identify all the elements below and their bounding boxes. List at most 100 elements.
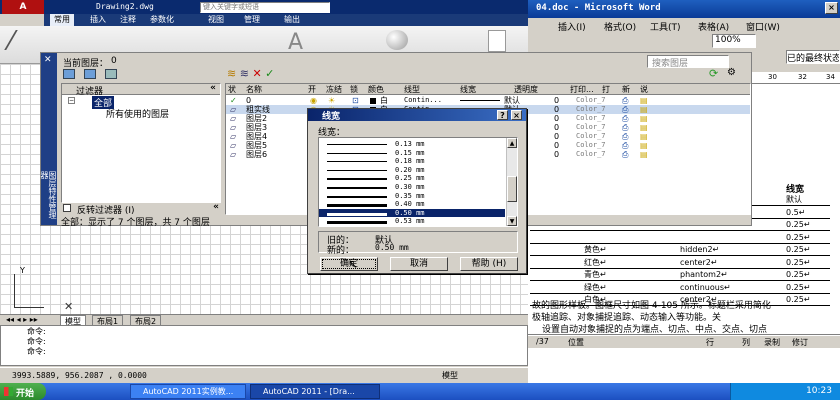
status-model-button[interactable]: 模型 [442, 370, 458, 381]
column-header[interactable]: 打 [602, 84, 610, 95]
tree-expand-icon[interactable]: − [68, 97, 75, 104]
word-menu-window[interactable]: 窗口(W) [746, 20, 780, 33]
new-viewport-freeze-icon[interactable]: ▤ [640, 123, 648, 132]
settings-icon[interactable]: ⚙ [727, 67, 736, 78]
printer-icon[interactable]: ⎙ [622, 132, 628, 141]
palette-close-icon[interactable]: ✕ [44, 55, 52, 65]
word-menu-insert[interactable]: 插入(I) [558, 20, 586, 33]
column-header[interactable]: 颜色 [368, 84, 384, 95]
ribbon-tab[interactable]: 参数化 [146, 14, 178, 26]
printer-icon[interactable]: ⎙ [622, 141, 628, 150]
layer-transparency[interactable]: 0 [554, 132, 559, 141]
layer-transparency[interactable]: 0 [554, 96, 559, 105]
new-group-filter-icon[interactable] [83, 69, 96, 79]
lineweight-item[interactable]: 0.40 mm [319, 200, 505, 209]
word-title-bar[interactable]: 04.doc - Microsoft Word × [520, 0, 840, 18]
ribbon-tab[interactable]: 输出 [280, 14, 304, 26]
printer-icon[interactable]: ⎙ [622, 123, 628, 132]
new-viewport-freeze-icon[interactable]: ▤ [640, 132, 648, 141]
column-header[interactable]: 线型 [404, 84, 420, 95]
bulb-on-icon[interactable]: ◉ [310, 96, 317, 105]
invert-filter-row[interactable]: 反转过滤器 (I) « [61, 202, 223, 216]
start-button[interactable]: 开始 [0, 383, 46, 400]
autocad-logo-icon[interactable]: A [2, 0, 44, 14]
listbox-scrollbar[interactable]: ▲ ▼ [506, 138, 517, 226]
layer-name[interactable]: 图层6 [246, 150, 267, 159]
column-header[interactable]: 状 [228, 84, 236, 95]
zoom-box[interactable]: 100% [712, 34, 756, 48]
ribbon-tab[interactable]: 注释 [116, 14, 140, 26]
line-tool-icon[interactable] [4, 30, 36, 50]
lineweight-item[interactable]: 0.53 mm [319, 217, 505, 226]
dialog-close-button[interactable]: × [511, 110, 522, 120]
review-state-box[interactable]: 已的最终状态 [786, 50, 840, 64]
lineweight-item[interactable]: 0.15 mm [319, 149, 505, 158]
new-viewport-freeze-icon[interactable]: ▤ [640, 105, 648, 114]
layer-color[interactable]: 白 [380, 96, 388, 105]
lineweight-item[interactable]: 0.35 mm [319, 192, 505, 201]
printer-icon[interactable]: ⎙ [622, 105, 628, 114]
printer-icon[interactable]: ⎙ [622, 96, 628, 105]
new-viewport-freeze-icon[interactable]: ▤ [640, 141, 648, 150]
color-swatch[interactable] [370, 98, 376, 104]
dialog-title-bar[interactable]: 线宽 ? × [308, 109, 526, 122]
word-menu-tools[interactable]: 工具(T) [650, 20, 681, 33]
column-header[interactable]: 名称 [246, 84, 262, 95]
invert-filter-checkbox[interactable] [63, 204, 71, 212]
new-layer-frozen-icon[interactable]: ≋ [240, 67, 249, 80]
taskbar-task-1[interactable]: AutoCAD 2011实例教... [130, 384, 246, 399]
ribbon-tab[interactable]: 视图 [204, 14, 228, 26]
state-manager-icon[interactable] [104, 69, 117, 79]
layer-name[interactable]: 0 [246, 96, 251, 105]
layer-name[interactable]: 图层4 [246, 132, 267, 141]
new-layer-icon[interactable]: ≋ [227, 67, 236, 80]
sphere-tool-icon[interactable] [386, 30, 408, 50]
delete-layer-icon[interactable]: ✕ [252, 67, 261, 80]
new-viewport-freeze-icon[interactable]: ▤ [640, 114, 648, 123]
ribbon-tab[interactable]: 常用 [50, 14, 74, 26]
lineweight-item[interactable]: 0.20 mm [319, 166, 505, 175]
scroll-up-icon[interactable]: ▲ [507, 138, 517, 148]
word-close-button[interactable]: × [825, 2, 838, 14]
lineweight-item[interactable]: 0.30 mm [319, 183, 505, 192]
command-window[interactable]: 命令: 命令: 命令: [0, 325, 528, 366]
collapse-icon[interactable]: « [213, 202, 219, 212]
column-header[interactable]: 说 [640, 84, 648, 95]
palette-side-strip[interactable]: ✕ 图层特性管理器 [40, 53, 57, 225]
set-current-icon[interactable]: ✓ [265, 67, 274, 80]
taskbar-task-2[interactable]: AutoCAD 2011 - [Dra... [250, 384, 380, 399]
refresh-icon[interactable]: ⟳ [709, 67, 718, 80]
lineweight-item[interactable]: 0.18 mm [319, 157, 505, 166]
lineweight-item[interactable]: 0.50 mm [319, 208, 505, 218]
column-header[interactable]: 线宽 [460, 84, 476, 95]
cancel-button[interactable]: 取消 [390, 257, 448, 271]
collapse-icon[interactable]: « [210, 83, 216, 93]
help-button[interactable]: 帮助 (H) [460, 257, 518, 271]
layer-transparency[interactable]: 0 [554, 150, 559, 159]
clipboard-icon[interactable] [488, 30, 506, 52]
column-header[interactable]: 冻结 [326, 84, 342, 95]
unlock-icon[interactable]: ⊡ [352, 96, 359, 105]
word-menu-table[interactable]: 表格(A) [698, 20, 729, 33]
printer-icon[interactable]: ⎙ [622, 114, 628, 123]
layer-name[interactable]: 图层2 [246, 114, 267, 123]
column-header[interactable]: 开 [308, 84, 316, 95]
column-header[interactable]: 打印... [570, 84, 594, 95]
layer-name[interactable]: 图层5 [246, 141, 267, 150]
layer-transparency[interactable]: 0 [554, 114, 559, 123]
layer-name[interactable]: 粗实线 [246, 105, 270, 114]
dialog-help-button[interactable]: ? [497, 110, 508, 120]
printer-icon[interactable]: ⎙ [622, 150, 628, 159]
sun-thaw-icon[interactable]: ☀ [328, 96, 335, 105]
layer-name[interactable]: 图层3 [246, 123, 267, 132]
scroll-thumb[interactable] [507, 176, 517, 202]
layer-transparency[interactable]: 0 [554, 141, 559, 150]
layer-row[interactable]: ✓ 0 ◉ ☀ ⊡ 白 Contin... 默认 0 Color_7 ⎙ ▤ [226, 96, 750, 105]
column-header[interactable]: 锁 [350, 84, 358, 95]
ribbon-tab[interactable]: 管理 [240, 14, 264, 26]
autocad-search-input[interactable]: 键入关键字或短语 [200, 2, 330, 13]
ribbon-tab[interactable]: 插入 [86, 14, 110, 26]
lineweight-item[interactable]: 0.25 mm [319, 174, 505, 183]
new-viewport-freeze-icon[interactable]: ▤ [640, 96, 648, 105]
filter-used-item[interactable]: 所有使用的图层 [106, 107, 169, 120]
